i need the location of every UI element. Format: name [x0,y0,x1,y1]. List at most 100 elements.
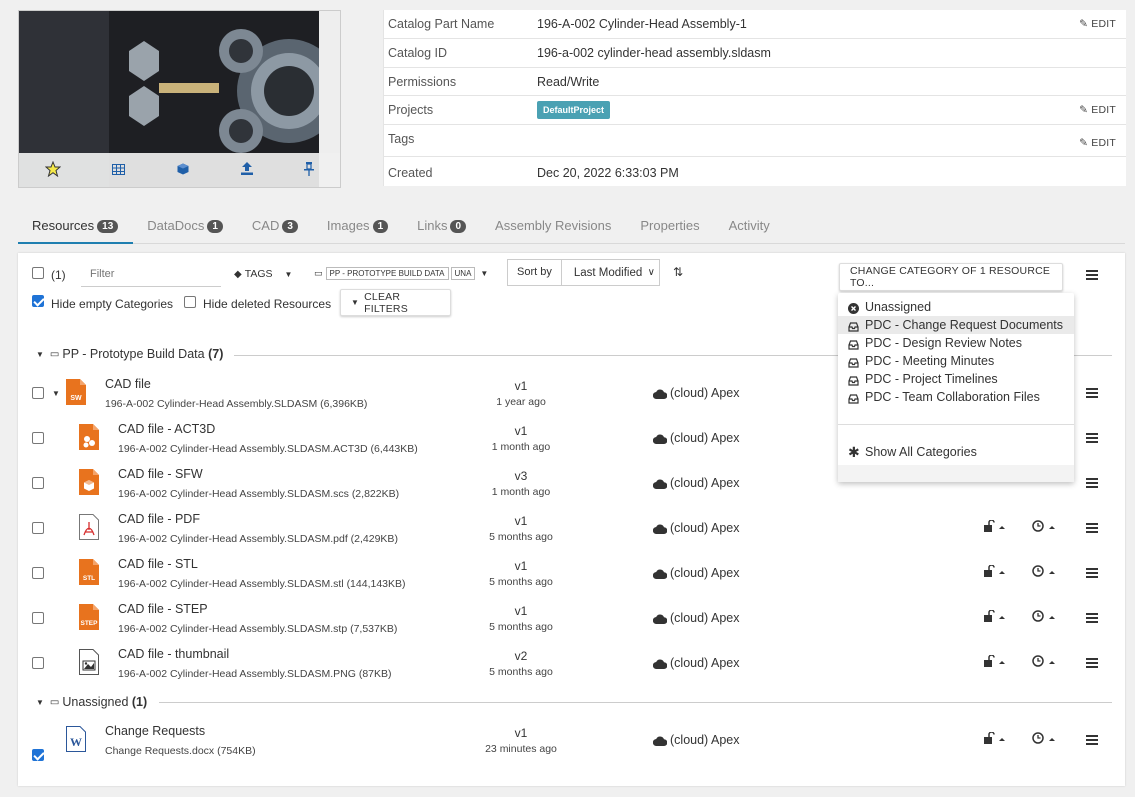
resource-location: (cloud) Apex [670,566,740,580]
dropdown-item-team-collaboration-files[interactable]: PDC - Team Collaboration Files [838,388,1074,406]
unlock-icon[interactable] [984,609,1008,625]
resource-location: (cloud) Apex [670,521,740,535]
clock-icon[interactable] [1032,565,1058,580]
clock-icon[interactable] [1032,655,1058,670]
star-icon[interactable] [44,160,62,180]
row-menu-icon[interactable] [1086,568,1098,570]
row-menu-icon[interactable] [1086,523,1098,525]
resource-name[interactable]: CAD file - STL [118,557,198,571]
clock-icon[interactable] [1032,520,1058,535]
resource-name[interactable]: CAD file - thumbnail [118,647,229,661]
tab-count-badge: 3 [282,220,298,233]
row-menu-icon[interactable] [1086,388,1098,390]
resource-version: v1 [514,514,528,528]
hide-empty-checkbox[interactable] [32,295,44,307]
row-menu-icon[interactable] [1086,433,1098,435]
row-checkbox[interactable] [32,432,44,444]
tab-datadocs[interactable]: DataDocs 1 [133,208,238,244]
row-checkbox[interactable] [32,657,44,669]
edit-button[interactable]: ✎ EDIT [1079,104,1116,116]
category-header-pp[interactable]: ▼ ▭ PP - Prototype Build Data (7) [36,347,223,361]
solidworks-file-icon: SW [66,379,86,408]
category-chip[interactable]: PP - PROTOTYPE BUILD DATA [325,266,449,280]
sort-direction-icon[interactable]: ⇅ [673,265,683,279]
select-all-checkbox[interactable] [32,267,44,279]
resource-file: 196-A-002 Cylinder-Head Assembly.SLDASM.… [118,533,398,545]
unlock-icon[interactable] [984,519,1008,535]
project-badge[interactable]: DefaultProject [537,101,611,119]
resource-name[interactable]: Change Requests [105,724,205,738]
info-label: Catalog ID [388,46,448,60]
clock-icon[interactable] [1032,610,1058,625]
category-header-unassigned[interactable]: ▼ ▭ Unassigned (1) [36,695,147,709]
dropdown-item-change-request-documents[interactable]: PDC - Change Request Documents [838,316,1074,334]
category-chip[interactable]: UNA [450,266,476,280]
svg-text:STEP: STEP [81,620,99,627]
cube-icon[interactable] [177,163,189,178]
unlock-icon[interactable] [984,654,1008,670]
row-checkbox[interactable] [32,387,44,399]
stl-file-icon: STL [79,559,99,588]
clock-icon[interactable] [1032,732,1058,747]
edit-icon: ✎ [1079,137,1089,149]
resource-name[interactable]: CAD file - ACT3D [118,422,215,436]
row-checkbox[interactable] [32,522,44,534]
dropdown-item-design-review-notes[interactable]: PDC - Design Review Notes [838,334,1074,352]
resource-name[interactable]: CAD file - STEP [118,602,208,616]
tab-activity[interactable]: Activity [715,208,785,244]
resource-version: v1 [514,604,528,618]
resource-file: 196-A-002 Cylinder-Head Assembly.SLDASM … [105,398,368,410]
sort-select[interactable]: Last Modified ∨ [562,267,659,279]
caret-down-icon[interactable]: ▼ [52,389,60,398]
edit-button[interactable]: ✎ EDIT [1079,137,1116,149]
edit-icon: ✎ [1079,18,1089,30]
row-menu-icon[interactable] [1086,658,1098,660]
tab-count-badge: 1 [207,220,223,233]
pin-icon[interactable] [304,161,315,179]
dropdown-footer [838,465,1074,482]
unlock-icon[interactable] [984,564,1008,580]
filter-input[interactable] [81,261,221,287]
row-menu-icon[interactable] [1086,735,1098,737]
resource-age: 1 month ago [491,441,551,453]
tab-resources[interactable]: Resources 13 [18,208,134,244]
resource-name[interactable]: CAD file - PDF [118,512,200,526]
upload-icon[interactable] [240,162,253,178]
tab-links[interactable]: Links 0 [403,208,481,244]
clear-filters-button[interactable]: ▼ CLEAR FILTERS [340,289,451,316]
tab-cad[interactable]: CAD 3 [238,208,313,244]
info-row-tags: Tags ✎ EDIT [383,125,1126,157]
pdf-file-icon [79,514,99,543]
row-checkbox[interactable] [32,749,44,761]
row-menu-icon[interactable] [1086,478,1098,480]
caret-down-icon: ▼ [36,697,44,707]
part-thumbnail[interactable] [18,10,341,188]
row-checkbox[interactable] [32,612,44,624]
menu-icon[interactable] [1086,270,1098,272]
dropdown-show-all-categories[interactable]: ✱ Show All Categories [838,443,1074,461]
resource-file: 196-A-002 Cylinder-Head Assembly.SLDASM.… [118,623,398,635]
category-filter-dropdown[interactable]: ▭ PP - PROTOTYPE BUILD DATA UNA ▼ [314,265,488,281]
edit-button[interactable]: ✎ EDIT [1079,18,1116,30]
row-menu-icon[interactable] [1086,613,1098,615]
table-icon[interactable] [112,163,126,178]
hide-deleted-checkbox[interactable] [184,296,196,308]
row-checkbox[interactable] [32,567,44,579]
tags-filter-dropdown[interactable]: ◆ TAGS ▼ [234,266,292,282]
resource-file: Change Requests.docx (754KB) [105,745,256,757]
cloud-icon [652,734,668,749]
caret-down-icon: ▼ [36,349,44,359]
resource-name[interactable]: CAD file - SFW [118,467,203,481]
dropdown-item-unassigned[interactable]: Unassigned [838,298,1074,316]
row-checkbox[interactable] [32,477,44,489]
tab-assembly-revisions[interactable]: Assembly Revisions [481,208,626,244]
tab-properties[interactable]: Properties [626,208,714,244]
dropdown-item-meeting-minutes[interactable]: PDC - Meeting Minutes [838,352,1074,370]
change-category-button[interactable]: CHANGE CATEGORY OF 1 RESOURCE TO... [839,263,1063,291]
unlock-icon[interactable] [984,731,1008,747]
resource-name[interactable]: CAD file [105,377,151,391]
caret-down-icon: ▼ [284,269,293,279]
tab-images[interactable]: Images 1 [313,208,403,244]
resource-age: 5 months ago [489,576,553,588]
dropdown-item-project-timelines[interactable]: PDC - Project Timelines [838,370,1074,388]
